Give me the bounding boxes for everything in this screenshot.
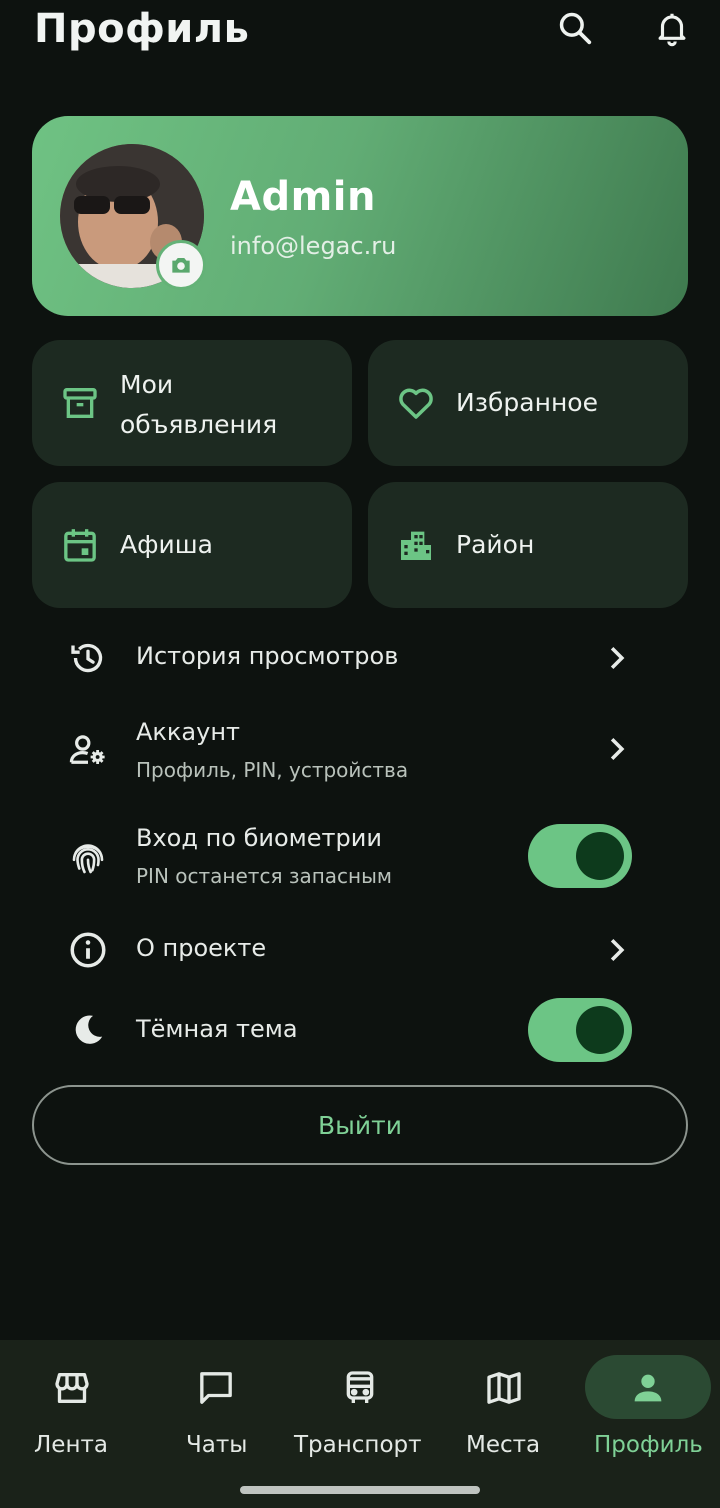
home-indicator[interactable] — [240, 1486, 480, 1494]
account-title: Аккаунт — [136, 718, 240, 746]
moon-icon — [66, 1008, 110, 1052]
nav-item-feed[interactable]: Лента — [0, 1340, 144, 1480]
toggle-knob — [576, 832, 624, 880]
nav-label-feed: Лента — [34, 1432, 108, 1458]
bell-icon[interactable] — [652, 8, 692, 48]
menu-account[interactable]: Аккаунт Профиль, PIN, устройства — [0, 712, 720, 792]
buildings-icon — [394, 523, 438, 567]
afisha-tile[interactable]: Афиша — [32, 482, 352, 608]
dark-theme-toggle[interactable] — [528, 998, 632, 1062]
calendar-icon — [58, 523, 102, 567]
user-email: info@legac.ru — [230, 232, 397, 260]
dark-theme-title: Тёмная тема — [136, 1015, 298, 1043]
map-icon — [482, 1366, 526, 1410]
app-header: Профиль — [0, 0, 720, 60]
person-icon — [626, 1366, 670, 1410]
about-title: О проекте — [136, 934, 267, 962]
favorites-tile[interactable]: Избранное — [368, 340, 688, 466]
page-title: Профиль — [34, 6, 250, 52]
chat-icon — [194, 1366, 238, 1410]
camera-icon[interactable] — [156, 240, 206, 290]
my-ads-tile[interactable]: Мои объявления — [32, 340, 352, 466]
nav-label-transport: Транспорт — [294, 1432, 422, 1458]
my-ads-label-line2: объявления — [120, 410, 278, 439]
biometrics-subtitle: PIN останется запасным — [136, 864, 393, 888]
nav-item-profile[interactable]: Профиль — [576, 1340, 720, 1480]
afisha-label: Афиша — [120, 530, 213, 559]
menu-biometrics[interactable]: Вход по биометрии PIN останется запасным — [0, 818, 720, 898]
heart-icon — [394, 381, 438, 425]
info-icon — [66, 928, 110, 972]
chevron-right-icon — [604, 643, 630, 673]
nav-label-places: Места — [466, 1432, 541, 1458]
district-tile[interactable]: Район — [368, 482, 688, 608]
bottom-nav: Лента Чаты Транспорт Места Профиль — [0, 1340, 720, 1508]
fingerprint-icon — [66, 836, 110, 880]
my-ads-label-line1: Мои — [120, 370, 174, 399]
nav-item-transport[interactable]: Транспорт — [288, 1340, 432, 1480]
archive-box-icon — [58, 381, 102, 425]
nav-label-chats: Чаты — [186, 1432, 248, 1458]
bus-icon — [338, 1366, 382, 1410]
storefront-icon — [50, 1366, 94, 1410]
logout-button[interactable]: Выйти — [32, 1085, 688, 1165]
chevron-right-icon — [604, 935, 630, 965]
chevron-right-icon — [604, 734, 630, 764]
nav-item-chats[interactable]: Чаты — [144, 1340, 288, 1480]
menu-dark-theme[interactable]: Тёмная тема — [0, 998, 720, 1062]
account-subtitle: Профиль, PIN, устройства — [136, 758, 409, 782]
menu-history[interactable]: История просмотров — [0, 630, 720, 686]
biometrics-title: Вход по биометрии — [136, 824, 382, 852]
history-icon — [66, 636, 110, 680]
favorites-label: Избранное — [456, 388, 598, 417]
user-name: Admin — [230, 174, 376, 220]
nav-label-profile: Профиль — [594, 1432, 703, 1458]
user-settings-icon — [66, 728, 110, 772]
profile-card[interactable]: Admin info@legac.ru — [32, 116, 688, 316]
toggle-knob — [576, 1006, 624, 1054]
history-title: История просмотров — [136, 642, 399, 670]
biometrics-toggle[interactable] — [528, 824, 632, 888]
nav-item-places[interactable]: Места — [432, 1340, 576, 1480]
district-label: Район — [456, 530, 535, 559]
search-icon[interactable] — [555, 8, 595, 48]
menu-about[interactable]: О проекте — [0, 922, 720, 978]
